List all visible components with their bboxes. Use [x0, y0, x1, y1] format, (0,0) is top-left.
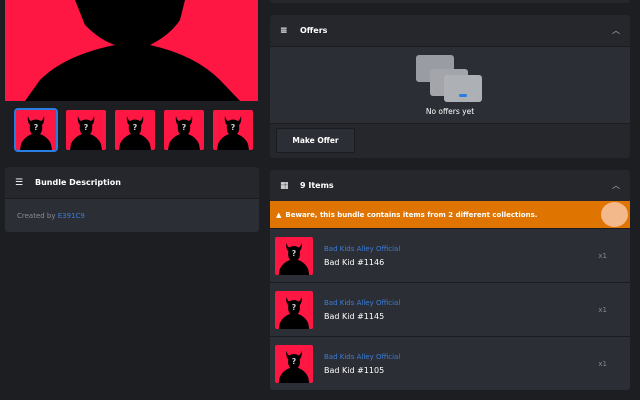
empty-offers-illustration [416, 55, 482, 102]
thumbnail-2[interactable] [66, 110, 106, 150]
chevron-up-icon[interactable]: ︿ [612, 180, 620, 191]
created-by-label: Created by [17, 211, 56, 220]
collection-link[interactable]: Bad Kids Alley Official [324, 299, 400, 307]
thumbnail-1[interactable] [14, 108, 58, 152]
list-item[interactable]: Bad Kids Alley Official Bad Kid #1145 x1 [270, 282, 630, 336]
thumbnail-3[interactable] [115, 110, 155, 150]
thumbnail-5[interactable] [213, 110, 253, 150]
items-panel: ▦ 9 Items ︿ ▲ Beware, this bundle contains … [270, 170, 630, 390]
items-header[interactable]: ▦ 9 Items ︿ [270, 170, 630, 202]
creator-link[interactable]: E391C9 [58, 212, 85, 220]
item-quantity: x1 [598, 305, 607, 314]
item-name: Bad Kid #1146 [324, 257, 385, 267]
item-thumbnail [275, 236, 313, 275]
whale-logo-icon [601, 202, 628, 227]
no-offers-text: No offers yet [425, 107, 475, 116]
list-icon: ≡ [280, 25, 288, 36]
main-nft-image [5, 0, 258, 101]
panel-title: Bundle Description [35, 178, 121, 187]
collection-link[interactable]: Bad Kids Alley Official [324, 353, 400, 361]
collections-warning-banner: ▲ Beware, this bundle contains items from… [270, 201, 630, 228]
panel-title: 9 Items [300, 181, 334, 190]
grid-icon: ▦ [280, 180, 289, 191]
chevron-up-icon[interactable]: ︿ [612, 25, 620, 36]
offers-header[interactable]: ≡ Offers ︿ [270, 15, 630, 47]
item-thumbnail [275, 344, 313, 383]
item-name: Bad Kid #1145 [324, 311, 385, 321]
warning-text: Beware, this bundle contains items from … [285, 210, 538, 219]
top-panel [270, 0, 630, 3]
thumbnail-4[interactable] [164, 110, 204, 150]
bundle-description-panel: ☰ Bundle Description Created by E391C9 [5, 167, 259, 232]
item-quantity: x1 [598, 359, 607, 368]
list-item[interactable]: Bad Kids Alley Official Bad Kid #1146 x1 [270, 228, 630, 282]
item-quantity: x1 [598, 251, 607, 260]
panel-title: Offers [300, 26, 328, 35]
offers-panel: ≡ Offers ︿ No offers yet Make Offer [270, 15, 630, 158]
silhouette-image [25, 0, 240, 101]
item-name: Bad Kid #1105 [324, 365, 385, 375]
list-item[interactable]: Bad Kids Alley Official Bad Kid #1105 x1 [270, 336, 630, 390]
make-offer-button[interactable]: Make Offer [276, 128, 355, 153]
bundle-description-header: ☰ Bundle Description [5, 167, 259, 199]
item-thumbnail [275, 290, 313, 329]
text-lines-icon: ☰ [15, 177, 24, 188]
collection-link[interactable]: Bad Kids Alley Official [324, 245, 400, 253]
warning-icon: ▲ [276, 210, 282, 219]
